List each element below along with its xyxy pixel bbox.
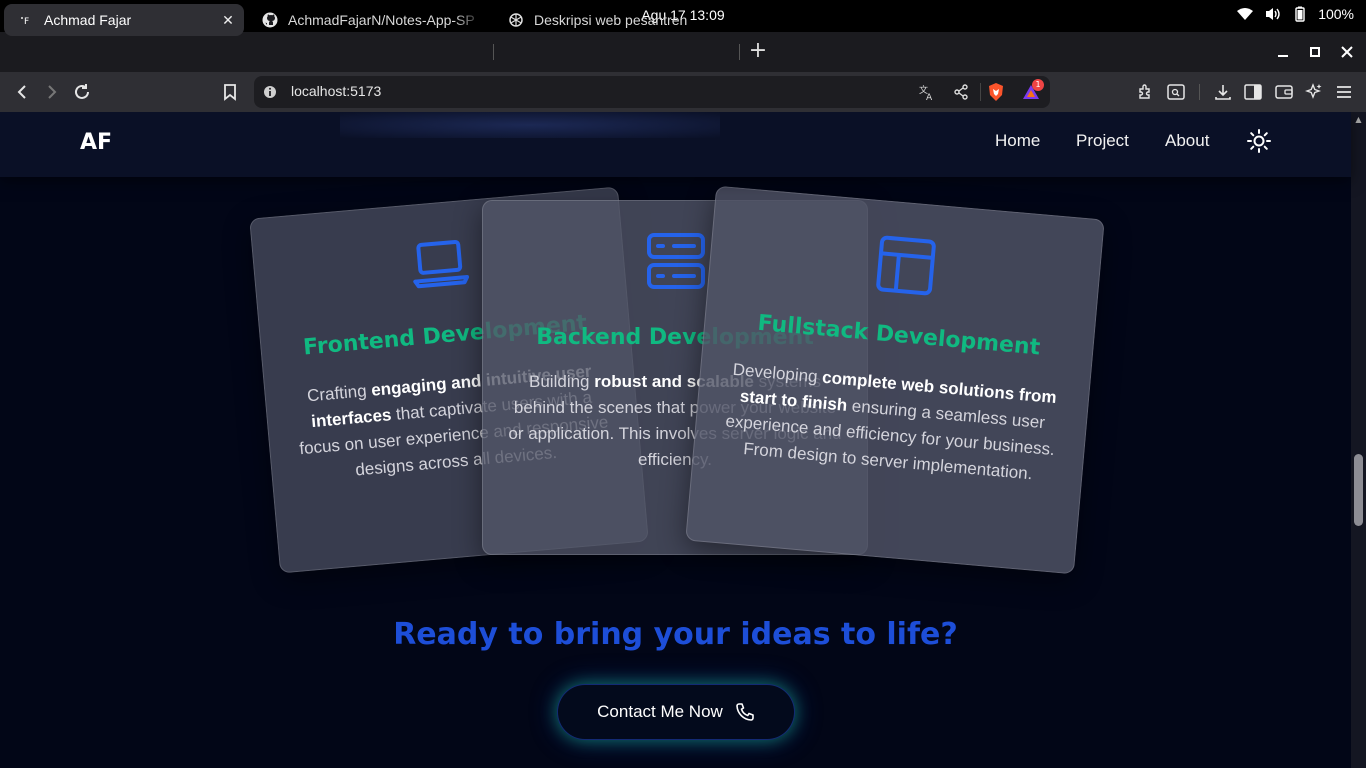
omnibox-divider	[980, 83, 981, 101]
nav-project-link[interactable]: Project	[1076, 131, 1129, 151]
extensions-icon[interactable]	[1134, 80, 1158, 104]
card-title: Fullstack Development	[756, 310, 1042, 361]
page-viewport: AF Home Project About Frontend Developme…	[0, 112, 1366, 768]
tab-search-icon[interactable]	[1164, 80, 1188, 104]
layout-icon	[874, 233, 939, 298]
volume-icon	[1264, 6, 1282, 22]
forward-button[interactable]	[40, 80, 64, 104]
share-icon[interactable]	[950, 81, 972, 103]
phone-icon	[735, 702, 755, 722]
tab-deskripsi-web-pesantren[interactable]: Deskripsi web pesantren	[494, 4, 734, 36]
service-card-fullstack[interactable]: Fullstack Development Developing complet…	[685, 185, 1105, 575]
leo-ai-icon[interactable]	[1302, 80, 1326, 104]
new-tab-button[interactable]: +	[746, 40, 770, 64]
svg-text:A: A	[926, 93, 933, 101]
close-window-button[interactable]	[1335, 40, 1359, 64]
page-scrollbar-track[interactable]	[1351, 112, 1366, 768]
theme-toggle-button[interactable]	[1246, 128, 1272, 154]
page-scrollbar-thumb[interactable]	[1354, 454, 1363, 526]
contact-me-button[interactable]: Contact Me Now	[557, 684, 795, 740]
reload-button[interactable]	[70, 80, 94, 104]
laptop-icon	[407, 231, 472, 296]
sidebar-icon[interactable]	[1241, 80, 1265, 104]
maximize-window-button[interactable]	[1303, 40, 1327, 64]
sun-icon	[1247, 129, 1271, 153]
chatgpt-icon	[508, 12, 524, 28]
svg-text:F: F	[24, 17, 29, 26]
tab-title: Achmad Fajar	[44, 12, 132, 28]
translate-icon[interactable]: 文A	[916, 81, 938, 103]
site-info-icon[interactable]	[262, 84, 278, 100]
system-status-area[interactable]: 100%	[1236, 6, 1354, 22]
battery-icon	[1292, 6, 1308, 22]
minimize-window-button[interactable]	[1271, 40, 1295, 64]
card-description: Developing complete web solutions from s…	[724, 359, 1058, 484]
brave-rewards-icon[interactable]: 1	[1020, 79, 1044, 103]
tab-title: AchmadFajarN/Notes-App-SP	[288, 12, 475, 28]
scroll-up-arrow-icon[interactable]: ▲	[1353, 116, 1364, 124]
cta-heading: Ready to bring your ideas to life?	[393, 617, 958, 652]
nav-about-link[interactable]: About	[1165, 131, 1209, 151]
tab-title: Deskripsi web pesantren	[534, 12, 688, 28]
site-navbar: AF Home Project About	[0, 112, 1351, 177]
brave-shields-icon[interactable]	[985, 81, 1007, 103]
download-icon[interactable]	[1211, 80, 1235, 104]
tab-achmad-fajar[interactable]: F Achmad Fajar ✕	[4, 4, 244, 36]
rewards-notification-badge: 1	[1032, 79, 1044, 91]
contact-button-label: Contact Me Now	[597, 702, 723, 721]
close-tab-icon[interactable]: ✕	[220, 12, 236, 28]
wifi-icon	[1236, 7, 1254, 21]
battery-percentage: 100%	[1318, 6, 1354, 22]
tab-separator	[739, 44, 740, 60]
address-bar[interactable]: localhost:5173 文A 1	[254, 76, 1050, 108]
url-text: localhost:5173	[291, 83, 382, 99]
back-button[interactable]	[10, 80, 34, 104]
server-icon	[646, 231, 706, 291]
navbar-glow	[340, 112, 720, 138]
tab-github-notes-app[interactable]: AchmadFajarN/Notes-App-SP	[248, 4, 488, 36]
browser-tab-strip	[0, 32, 1366, 72]
tab-separator	[493, 44, 494, 60]
nav-home-link[interactable]: Home	[995, 131, 1040, 151]
site-favicon-icon: F	[18, 12, 34, 28]
bookmark-icon[interactable]	[218, 80, 242, 104]
wallet-icon[interactable]	[1272, 80, 1296, 104]
site-logo[interactable]: AF	[80, 130, 112, 155]
menu-icon[interactable]	[1332, 80, 1356, 104]
github-icon	[262, 12, 278, 28]
toolbar-divider	[1199, 84, 1200, 100]
